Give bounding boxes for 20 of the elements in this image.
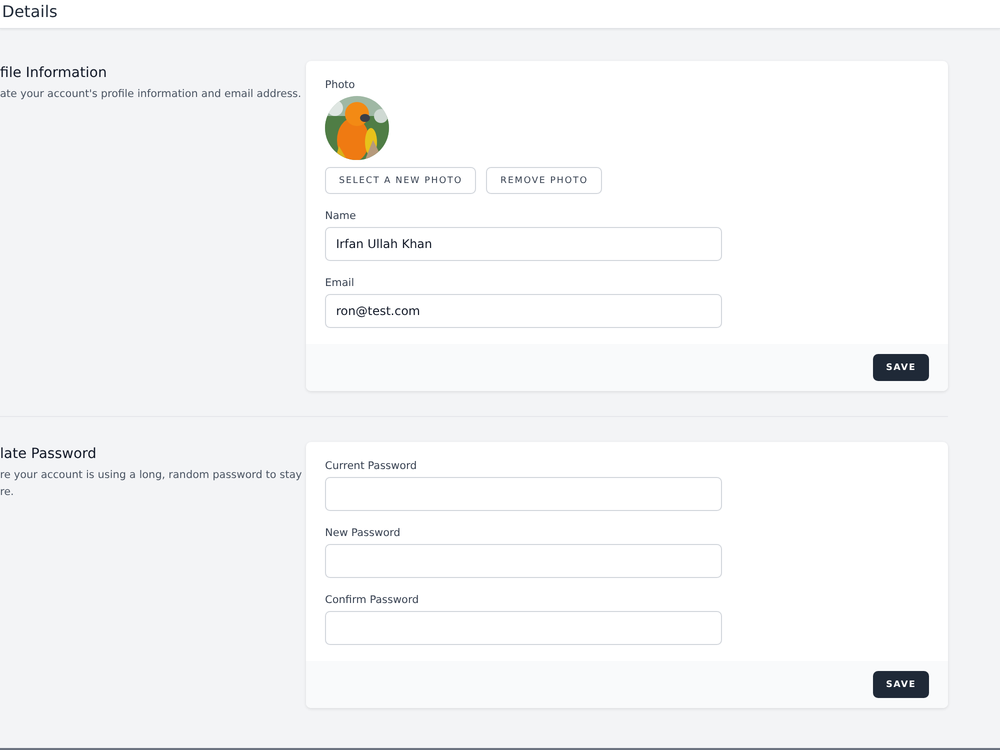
input-field[interactable]: ron@test.com bbox=[325, 294, 722, 328]
save-button[interactable]: SAVE bbox=[873, 354, 929, 381]
photo-button[interactable]: SELECT A NEW PHOTO bbox=[325, 167, 476, 194]
input-field[interactable] bbox=[325, 611, 722, 645]
field-label: Confirm Password bbox=[325, 594, 419, 606]
field-label: New Password bbox=[325, 527, 400, 539]
photo-button[interactable]: REMOVE PHOTO bbox=[486, 167, 602, 194]
section-description: re your account is using a long, random password to stay re. bbox=[0, 468, 303, 500]
input-field[interactable] bbox=[325, 544, 722, 578]
input-field[interactable] bbox=[325, 477, 722, 511]
section-description: ate your account's profile information and email address. bbox=[0, 87, 302, 102]
save-button[interactable]: SAVE bbox=[873, 671, 929, 698]
field-label: Photo bbox=[325, 79, 355, 91]
section-title: late Password bbox=[0, 445, 98, 464]
field-label: Current Password bbox=[325, 460, 417, 472]
section-title: file Information bbox=[0, 64, 108, 83]
field-label: Email bbox=[325, 277, 354, 289]
page-title: Details bbox=[1, 2, 58, 22]
input-field[interactable]: Irfan Ullah Khan bbox=[325, 227, 722, 261]
field-label: Name bbox=[325, 210, 356, 222]
